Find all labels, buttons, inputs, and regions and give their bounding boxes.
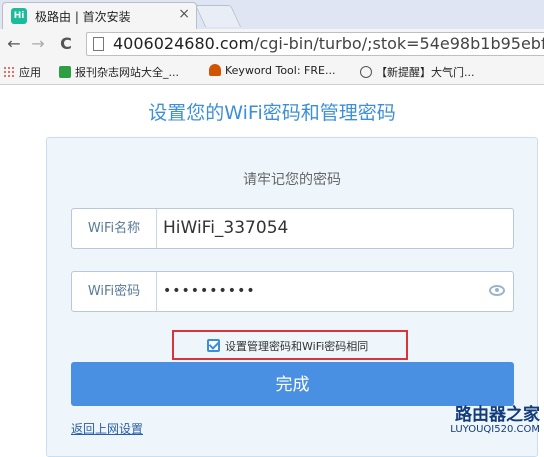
new-tab-button[interactable] [194, 5, 242, 27]
wordpress-icon [360, 66, 372, 78]
bookmark-label: 应用 [19, 66, 41, 79]
page-icon [93, 37, 104, 51]
site-watermark: 路由器之家 LUYOUQI520.COM [420, 400, 542, 440]
tab-active[interactable]: Hi 极路由 | 首次安装 × [2, 2, 197, 29]
card-subtitle: 请牢记您的密码 [243, 172, 341, 188]
password-label: WiFi密码 [72, 272, 157, 311]
address-bar[interactable]: 4006024680.com/cgi-bin/turbo/;stok=54e98… [86, 32, 544, 56]
forward-button[interactable]: → [28, 33, 48, 55]
bookmark-label: 【新提醒】大气门... [376, 66, 475, 79]
browser-toolbar: ← → C 4006024680.com/cgi-bin/turbo/;stok… [0, 29, 544, 59]
password-field[interactable]: WiFi密码 •••••••••• [71, 271, 514, 312]
hiwifi-logo-icon: Hi [11, 8, 27, 24]
bookmark-green-icon [59, 66, 71, 78]
bookmark-apps[interactable]: 应用 [3, 64, 41, 80]
page-title: 设置您的WiFi密码和管理密码 [148, 102, 396, 124]
watermark-main: 路由器之家 [455, 405, 540, 425]
apps-icon [3, 66, 15, 78]
url-path: /cgi-bin/turbo/;stok=54e98b1b95ebf( [254, 34, 544, 53]
same-password-option[interactable]: 设置管理密码和WiFi密码相同 [172, 330, 408, 360]
eye-icon[interactable] [489, 285, 505, 296]
bookmarks-bar: 应用 报刊杂志网站大全_... Keyword Tool: FRE... 【新提… [0, 59, 544, 85]
watermark-sub: LUYOUQI520.COM [450, 424, 540, 435]
bookmark-label: 报刊杂志网站大全_... [75, 66, 179, 79]
password-input[interactable]: •••••••••• [163, 272, 256, 311]
ssid-label: WiFi名称 [72, 209, 157, 248]
url-host: 4006024680.com [113, 34, 255, 53]
back-button[interactable]: ← [4, 33, 24, 55]
tab-title: 极路由 | 首次安装 [35, 10, 131, 24]
reload-button[interactable]: C [56, 33, 76, 55]
ssid-field[interactable]: WiFi名称 HiWiFi_337054 [71, 208, 514, 249]
tab-strip: Hi 极路由 | 首次安装 × [0, 0, 544, 29]
bookmark-item[interactable]: 报刊杂志网站大全_... [59, 64, 179, 80]
close-icon[interactable]: × [178, 6, 190, 22]
bookmark-label: Keyword Tool: FRE... [225, 64, 336, 77]
ssid-input[interactable]: HiWiFi_337054 [163, 209, 288, 248]
bookmark-flame-icon [209, 64, 221, 76]
url-text: 4006024680.com/cgi-bin/turbo/;stok=54e98… [113, 34, 544, 53]
page-content: 设置您的WiFi密码和管理密码 请牢记您的密码 WiFi名称 HiWiFi_33… [0, 85, 544, 457]
same-password-checkbox[interactable] [207, 339, 220, 352]
bookmark-item[interactable]: 【新提醒】大气门... [360, 64, 475, 80]
bookmark-item[interactable]: Keyword Tool: FRE... [209, 64, 335, 77]
back-to-internet-settings-link[interactable]: 返回上网设置 [71, 420, 143, 437]
same-password-label[interactable]: 设置管理密码和WiFi密码相同 [225, 338, 368, 354]
